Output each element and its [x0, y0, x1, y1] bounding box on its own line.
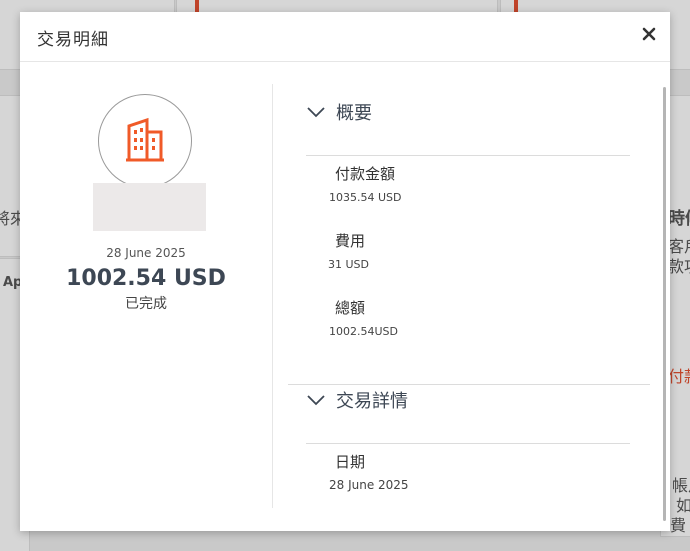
- chevron-down-icon: [306, 102, 326, 123]
- transaction-summary-panel: 28 June 2025 1002.54 USD 已完成: [20, 62, 272, 531]
- details-section-toggle[interactable]: 交易詳情: [306, 387, 408, 413]
- bg-text: 時候: [668, 209, 690, 229]
- field-value: 31 USD: [328, 258, 369, 271]
- bg-link: 付款: [668, 367, 690, 386]
- field-label: 付款金額: [335, 165, 396, 183]
- overview-heading: 概要: [336, 103, 372, 124]
- field-label: 費用: [335, 232, 366, 250]
- field-label: 日期: [335, 453, 366, 471]
- building-icon: [125, 116, 165, 166]
- details-heading: 交易詳情: [336, 391, 408, 412]
- field-label: 總額: [335, 299, 366, 317]
- field-value: 1035.54 USD: [329, 191, 402, 204]
- redacted-name: [93, 183, 206, 231]
- scrollbar[interactable]: [663, 87, 666, 525]
- transaction-status: 已完成: [125, 296, 167, 312]
- bg-text: 款項: [668, 257, 690, 276]
- bg-text: 費: [670, 516, 687, 535]
- section-separator: [288, 384, 650, 385]
- dialog-title: 交易明細: [37, 30, 109, 50]
- section-divider: [306, 443, 630, 444]
- dialog-header: 交易明細: [20, 12, 670, 62]
- merchant-avatar: [98, 94, 192, 188]
- close-button[interactable]: [638, 24, 660, 46]
- transaction-amount: 1002.54 USD: [66, 266, 226, 291]
- next-field-partial: [334, 514, 444, 522]
- section-divider: [306, 155, 630, 156]
- panel-divider: [272, 84, 273, 508]
- chevron-down-icon: [306, 390, 326, 411]
- transaction-details-dialog: 交易明細 28 June 2025 1002.54 USD 已完成 概要 付款金…: [20, 12, 670, 531]
- field-value: 1002.54USD: [329, 325, 398, 338]
- field-value: 28 June 2025: [329, 478, 409, 492]
- bg-accent: [195, 0, 199, 12]
- transaction-details-panel: 概要 付款金額 1035.54 USD 費用 31 USD 總額 1002.54…: [288, 62, 650, 531]
- transaction-date: 28 June 2025: [106, 246, 186, 260]
- bg-accent: [514, 0, 518, 12]
- scrollbar-thumb[interactable]: [663, 87, 666, 521]
- close-icon: [642, 22, 656, 47]
- overview-section-toggle[interactable]: 概要: [306, 99, 372, 125]
